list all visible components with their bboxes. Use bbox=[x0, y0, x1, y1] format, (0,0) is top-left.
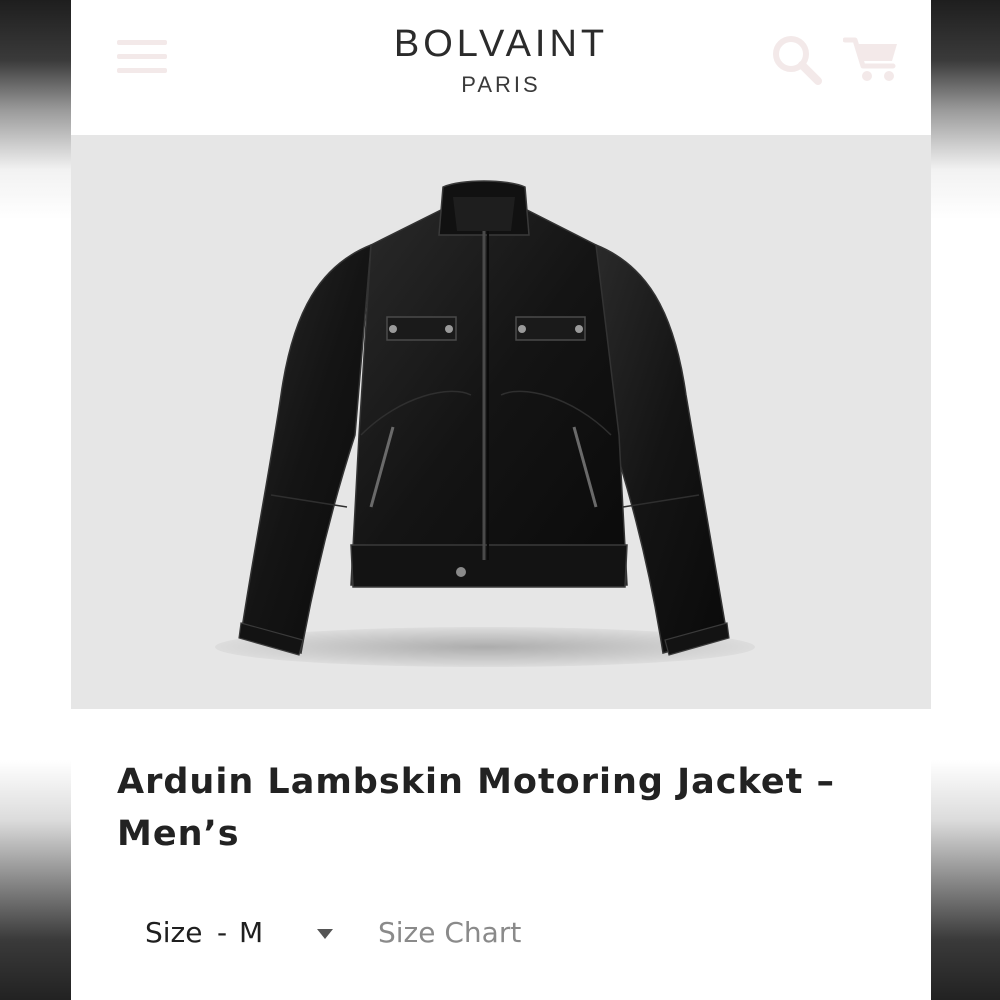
cart-icon[interactable] bbox=[842, 34, 901, 84]
right-gutter bbox=[931, 0, 1000, 1000]
chevron-down-icon bbox=[317, 929, 333, 939]
brand-name: BOLVAINT bbox=[393, 23, 609, 65]
product-image[interactable] bbox=[71, 135, 931, 709]
product-title: Arduin Lambskin Motoring Jacket – Men’s bbox=[117, 756, 877, 860]
left-gutter bbox=[0, 0, 71, 1000]
size-label: Size bbox=[145, 916, 203, 949]
size-dropdown[interactable]: Size - M bbox=[145, 910, 345, 956]
size-row: Size - M Size Chart bbox=[145, 910, 865, 956]
jacket-illustration bbox=[215, 180, 755, 667]
product-title-line2: Men’s bbox=[117, 814, 240, 854]
hamburger-menu-icon[interactable] bbox=[117, 38, 169, 76]
product-title-line1: Arduin Lambskin Motoring Jacket – bbox=[117, 762, 836, 802]
brand-subtitle: PARIS bbox=[461, 72, 541, 97]
brand-logo[interactable]: BOLVAINT PARIS bbox=[341, 22, 661, 100]
site-header: BOLVAINT PARIS bbox=[71, 0, 931, 135]
size-chart-link[interactable]: Size Chart bbox=[378, 916, 521, 949]
search-icon[interactable] bbox=[769, 34, 825, 86]
size-separator: - bbox=[217, 916, 228, 949]
size-value: M bbox=[239, 916, 264, 949]
product-page: BOLVAINT PARIS Arduin Lambskin Motoring … bbox=[71, 0, 931, 1000]
